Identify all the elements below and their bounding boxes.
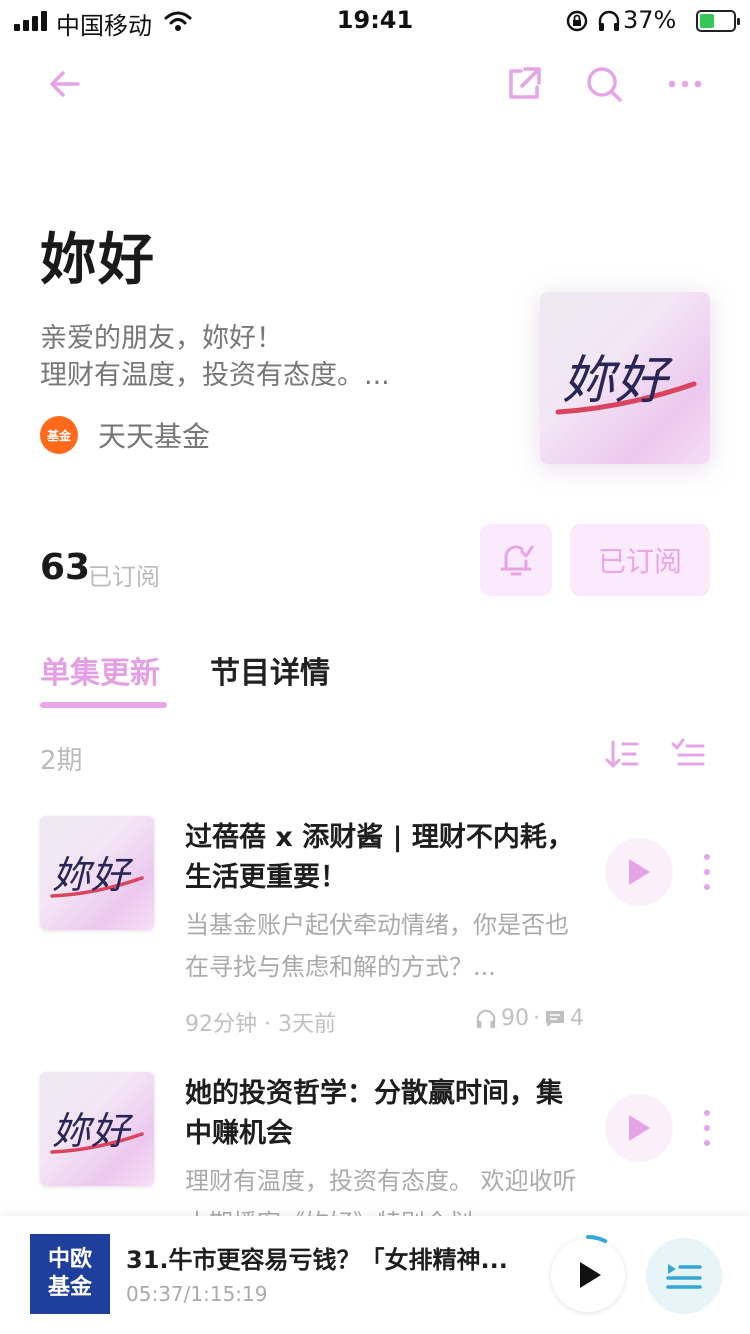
episode-cover: 妳好 (40, 816, 154, 930)
episode-title: 她的投资哲学：分散赢时间，集中赚机会 (185, 1078, 563, 1149)
search-icon (587, 67, 622, 102)
episode-item[interactable]: 妳好 她的投资哲学：分散赢时间，集中赚机会 理财有温度，投资有态度。 欢迎收听本… (0, 1056, 750, 1216)
mini-player[interactable]: 中欧 基金 31.牛市更容易亏钱？「女排精神... 05:37/1:15:19 (0, 1216, 750, 1334)
author-logo: 基金 (40, 416, 78, 454)
bell-check-icon (500, 545, 534, 576)
author-name: 天天基金 (98, 420, 211, 453)
share-icon (509, 67, 541, 99)
episode-count: 2期 (40, 746, 83, 776)
comment-count: 4 (570, 1006, 584, 1031)
search-button[interactable] (580, 60, 628, 108)
sort-button[interactable] (600, 736, 644, 772)
episode-duration: 92分钟 (185, 1012, 257, 1037)
comment-icon (546, 1010, 564, 1027)
play-icon (629, 1115, 650, 1141)
episode-more-button[interactable] (701, 854, 713, 890)
cover-logo-text: 妳好 (52, 853, 131, 897)
checklist-icon (671, 738, 705, 766)
tab-episodes[interactable]: 单集更新 (40, 648, 160, 692)
listens-icon (476, 1009, 496, 1028)
battery-percent: 37% (623, 6, 677, 34)
meta-separator: · (264, 1012, 278, 1037)
player-cover: 中欧 基金 (30, 1234, 110, 1314)
subscribed-button[interactable]: 已订阅 (570, 524, 710, 596)
share-button[interactable] (500, 60, 548, 108)
player-time: 05:37/1:15:19 (126, 1282, 268, 1306)
episode-cover: 妳好 (40, 1072, 154, 1186)
episode-more-button[interactable] (701, 1110, 713, 1146)
orientation-lock-icon (566, 10, 588, 32)
more-icon (668, 80, 702, 88)
more-button[interactable] (662, 62, 708, 106)
subscriber-count: 63 (40, 547, 91, 588)
podcast-cover: 妳好 (540, 292, 710, 464)
back-button[interactable] (40, 62, 90, 106)
progress-ring (548, 1235, 628, 1315)
podcast-description-line-2[interactable]: 理财有温度，投资有态度。... (40, 353, 390, 392)
episode-item[interactable]: 妳好 过蓓蓓 x 添财酱 | 理财不内耗，生活更重要！ 当基金账户起伏牵动情绪，… (0, 800, 750, 1050)
episode-description: 当基金账户起伏牵动情绪，你是否也在寻找与焦虑和解的方式？... (185, 911, 569, 981)
episode-title: 过蓓蓓 x 添财酱 | 理财不内耗，生活更重要！ (185, 822, 574, 893)
playlist-button[interactable] (646, 1238, 722, 1314)
headphones-icon (598, 10, 620, 31)
podcast-title: 妳好 (40, 228, 156, 293)
cover-logo-text: 妳好 (52, 1109, 131, 1153)
episode-published: 3天前 (278, 1012, 336, 1037)
player-title: 31.牛市更容易亏钱？「女排精神... (126, 1246, 508, 1274)
listen-count: 90 (501, 1006, 529, 1031)
sort-icon (605, 740, 639, 768)
select-button[interactable] (666, 736, 710, 772)
player-cover-line-2: 基金 (47, 1275, 92, 1300)
player-cover-line-1: 中欧 (47, 1247, 92, 1272)
back-arrow-icon (50, 71, 80, 97)
episode-description: 理财有温度，投资有态度。 欢迎收听本期播客《妳好》特别企划 (185, 1167, 577, 1216)
stats-separator: · (533, 1006, 540, 1031)
podcast-description-line-1: 亲爱的朋友，妳好！ (40, 323, 283, 354)
episode-stats: 90 · 4 (475, 1006, 584, 1031)
cover-logo-text: 妳好 (562, 351, 669, 411)
play-icon (629, 859, 650, 885)
author-row[interactable]: 基金 天天基金 (40, 415, 210, 455)
notification-button[interactable] (480, 524, 552, 596)
active-tab-indicator (40, 702, 167, 708)
play-button[interactable] (605, 838, 673, 906)
player-play-button[interactable] (548, 1235, 628, 1315)
subscriber-label: 已订阅 (88, 563, 160, 591)
playlist-icon (666, 1264, 702, 1289)
play-button[interactable] (605, 1094, 673, 1162)
episode-meta: 92分钟 · 3天前 (185, 1006, 336, 1038)
battery-icon (696, 10, 740, 32)
tab-details[interactable]: 节目详情 (210, 648, 330, 692)
status-bar: 中国移动 19:41 37% (0, 0, 750, 44)
